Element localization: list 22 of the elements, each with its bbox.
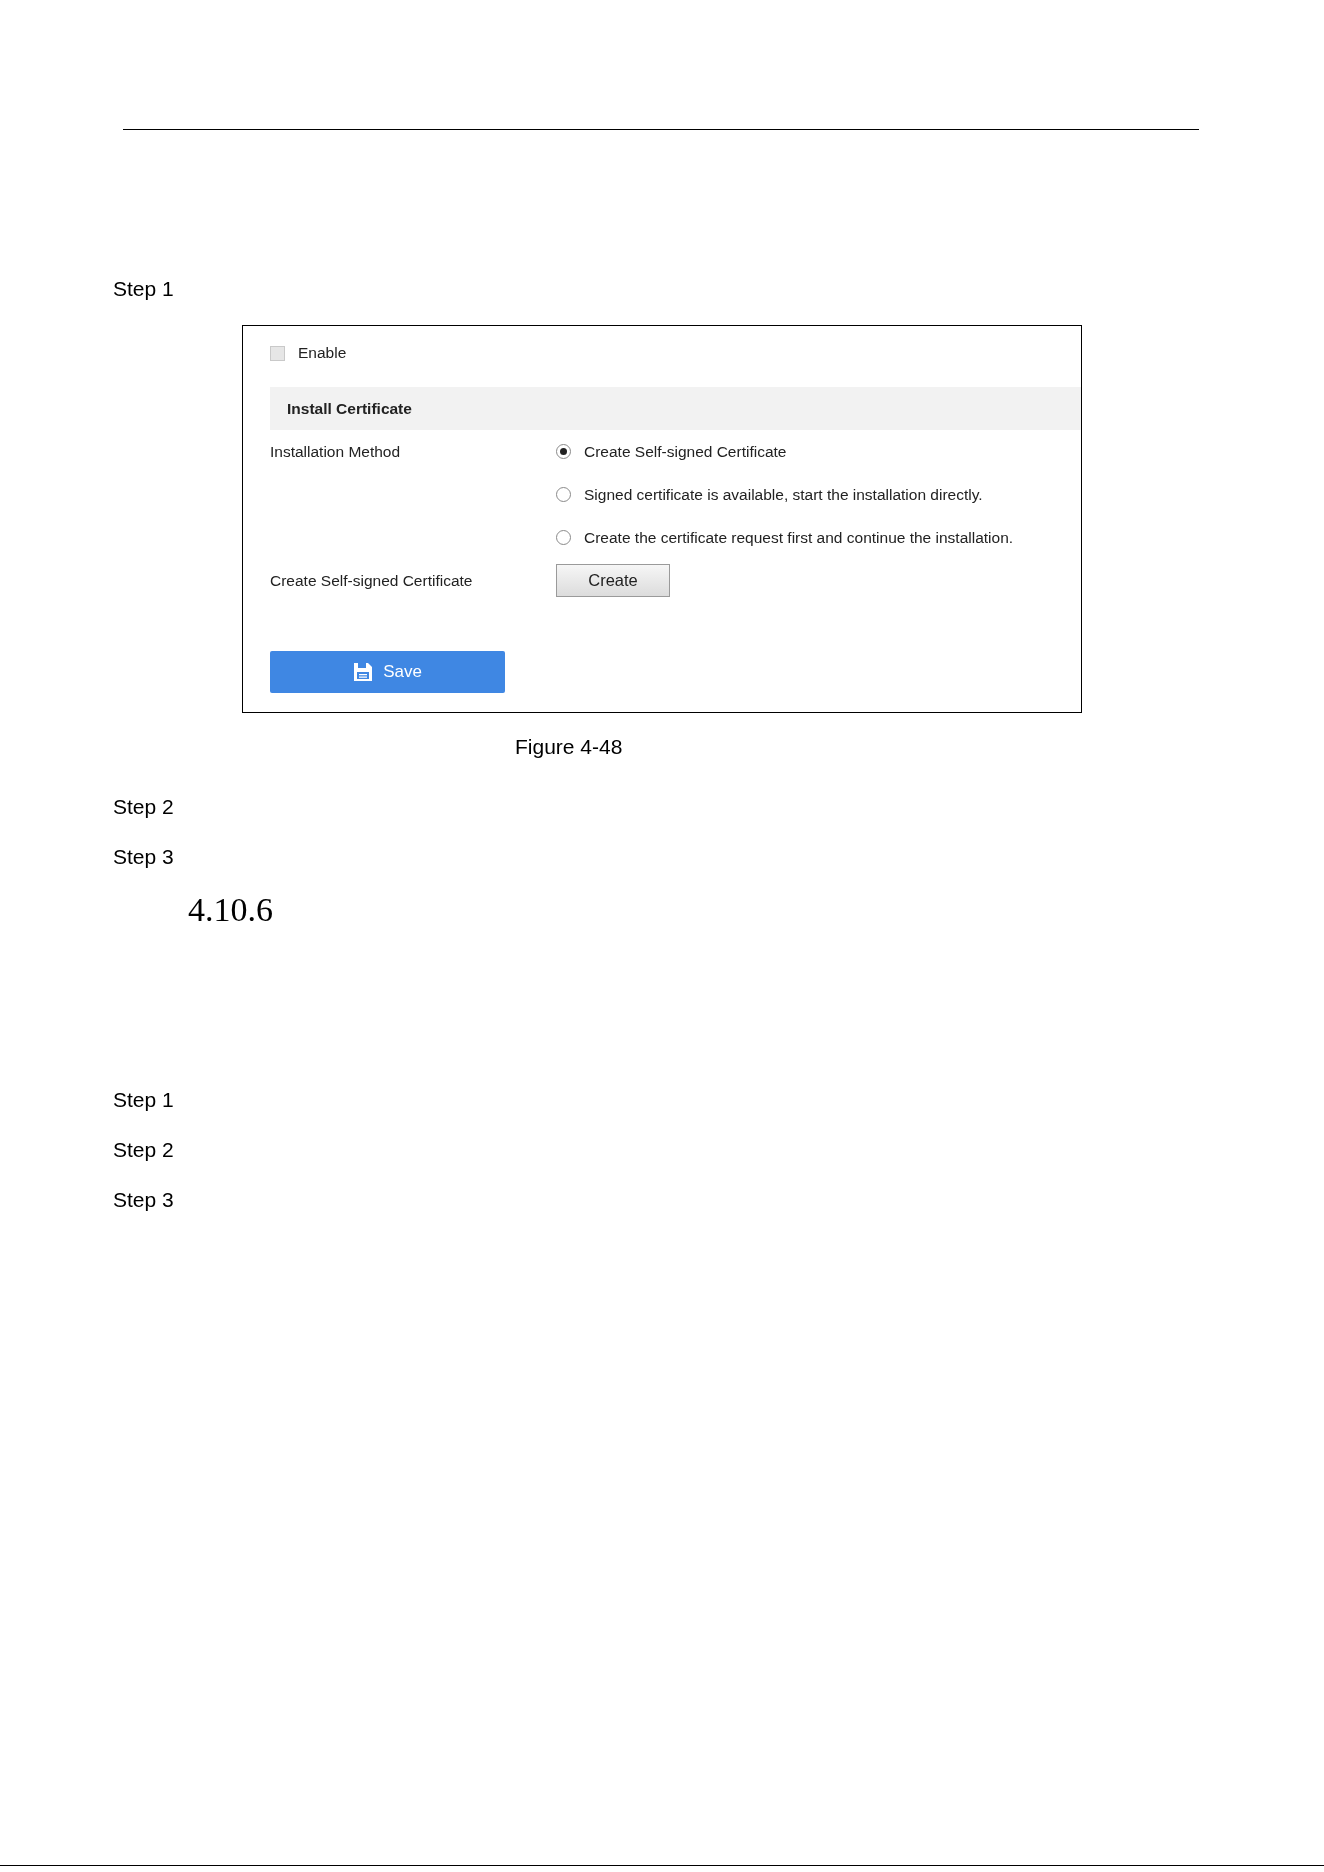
radio-label: Create the certificate request first and continue the installation.	[584, 527, 1014, 548]
save-button[interactable]: Save	[270, 651, 505, 693]
step-label: Step 1	[113, 1087, 174, 1113]
field-label: Create Self-signed Certificate	[270, 570, 473, 591]
step-label: Step 2	[113, 1137, 174, 1163]
enable-checkbox[interactable]	[270, 345, 285, 361]
step-label: Step 2	[113, 794, 174, 820]
step-label: Step 1	[113, 276, 174, 302]
figure-caption: Figure 4-48	[515, 734, 623, 760]
create-button[interactable]: Create	[556, 564, 670, 597]
field-label: Installation Method	[270, 441, 401, 462]
radio-label: Signed certificate is available, start the installation directly.	[584, 484, 983, 505]
step-label: Step 3	[113, 844, 174, 870]
save-icon	[353, 662, 374, 682]
radio-button[interactable]	[556, 530, 571, 545]
checkbox-label: Enable	[298, 343, 347, 363]
radio-button[interactable]	[556, 487, 571, 502]
section-title: Install Certificate	[287, 399, 412, 418]
radio-button[interactable]	[556, 444, 571, 459]
section-number: 4.10.6	[188, 890, 273, 930]
step-label: Step 3	[113, 1187, 174, 1213]
radio-label: Create Self-signed Certificate	[584, 441, 787, 462]
